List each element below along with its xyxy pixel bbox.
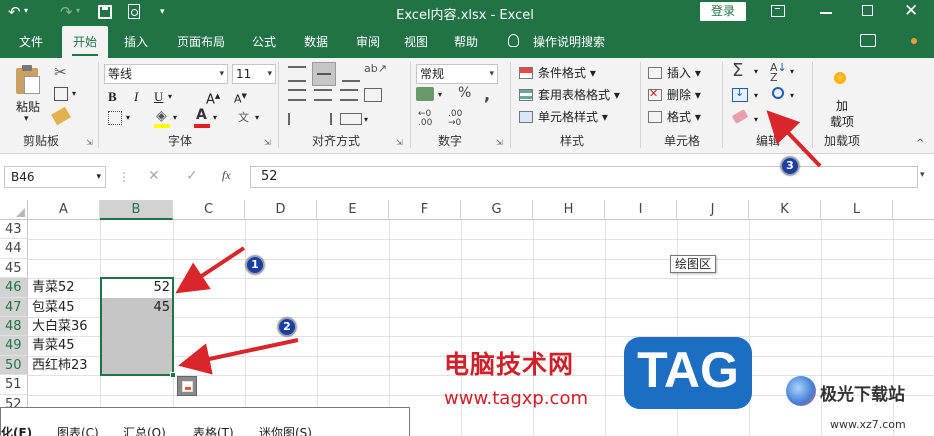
annotation-badge-2: 2 [278, 318, 296, 336]
annotation-badge-1: 1 [246, 256, 264, 274]
annotation-arrows [175, 110, 822, 375]
arrow-2 [178, 338, 299, 375]
arrow-1 [175, 246, 246, 294]
annotation-badge-3: 3 [781, 157, 799, 175]
